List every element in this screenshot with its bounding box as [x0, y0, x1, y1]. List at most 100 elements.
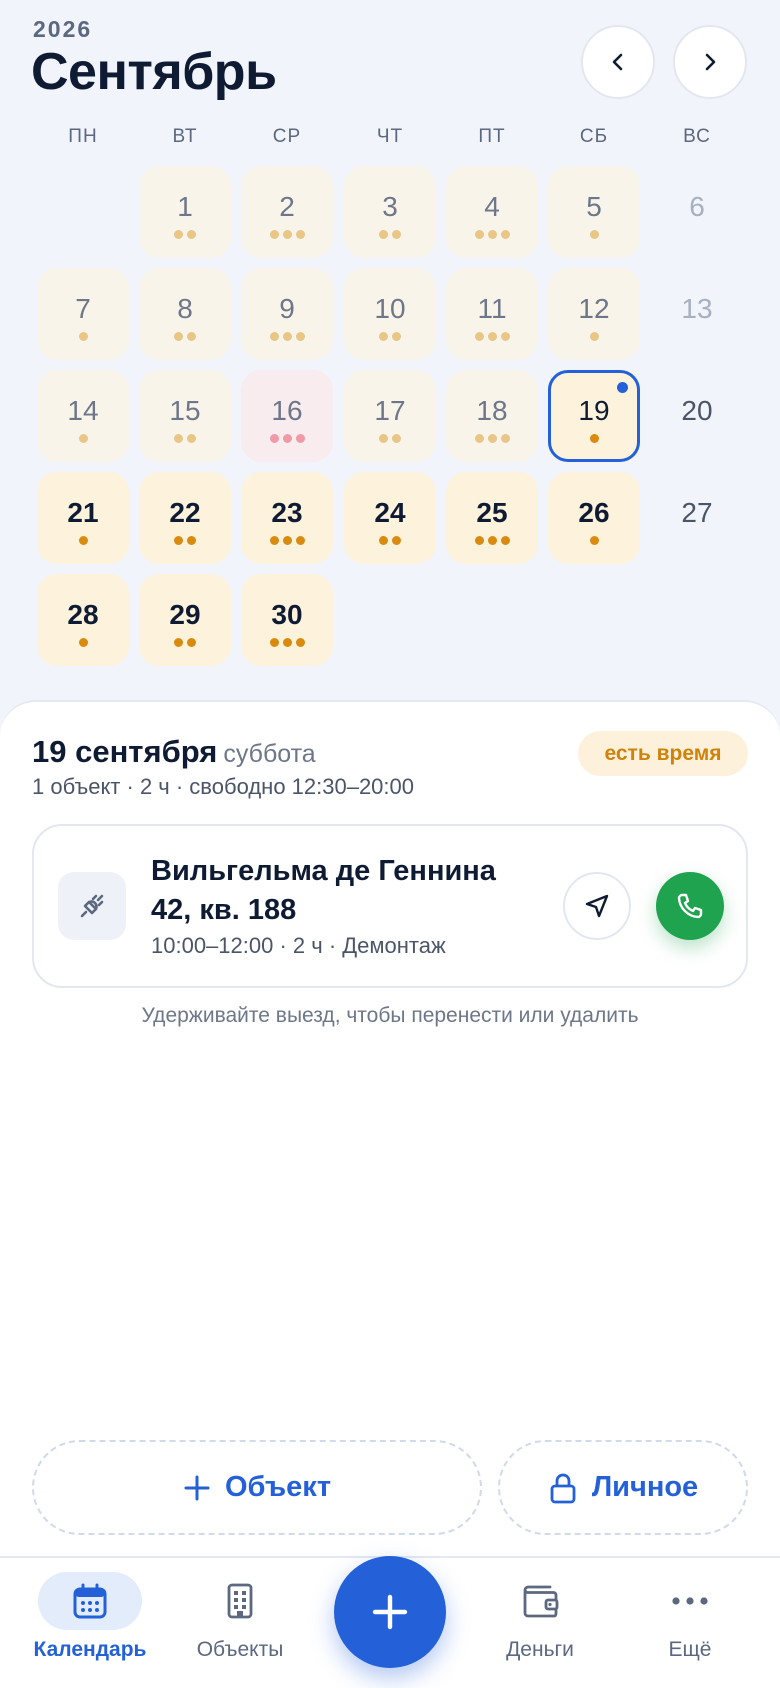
calendar-day[interactable]: 27 — [651, 472, 743, 564]
day-number: 10 — [374, 293, 406, 324]
day-number: 11 — [477, 293, 507, 324]
event-dots — [589, 536, 599, 546]
tab-objects-label: Объекты — [196, 1638, 284, 1661]
calendar-day[interactable]: 29 — [139, 574, 231, 666]
day-number: 29 — [169, 599, 201, 630]
tab-more-label: Ещё — [668, 1638, 712, 1661]
day-number: 5 — [586, 191, 602, 222]
calendar-day[interactable]: 28 — [37, 574, 129, 666]
event-dots — [379, 230, 401, 240]
tab-money[interactable]: Деньги — [465, 1558, 615, 1688]
event-dot — [500, 434, 510, 443]
day-number: 24 — [374, 497, 406, 528]
calendar-day[interactable]: 22 — [139, 472, 231, 564]
add-fab-button[interactable] — [334, 1556, 446, 1668]
event-dot — [78, 332, 88, 341]
event-dots — [78, 332, 88, 342]
calendar-day[interactable]: 17 — [344, 370, 436, 462]
day-number: 6 — [689, 191, 705, 222]
personal-button[interactable]: Личное — [498, 1440, 748, 1535]
event-dots — [269, 332, 305, 342]
event-dot — [269, 434, 279, 443]
call-button[interactable] — [656, 872, 724, 940]
today-marker — [617, 382, 628, 393]
calendar-day[interactable]: 30 — [241, 574, 333, 666]
day-number: 1 — [177, 191, 193, 222]
calendar-day[interactable]: 14 — [37, 370, 129, 462]
calendar-day[interactable]: 18 — [446, 370, 538, 462]
event-dot — [474, 536, 484, 545]
day-number: 21 — [67, 497, 99, 528]
calendar-day[interactable]: 6 — [651, 166, 743, 258]
calendar-day[interactable]: 12 — [548, 268, 640, 360]
more-dots-icon — [638, 1572, 742, 1630]
calendar-day[interactable]: 10 — [344, 268, 436, 360]
calendar-day[interactable]: 3 — [344, 166, 436, 258]
calendar-day[interactable]: 2 — [241, 166, 333, 258]
day-number: 19 — [578, 395, 610, 426]
calendar-day[interactable]: 24 — [344, 472, 436, 564]
day-number: 14 — [67, 395, 99, 426]
event-dot — [78, 638, 88, 647]
job-card[interactable]: Вильгельма де Геннина 42, кв. 188 10:00–… — [32, 824, 748, 988]
tab-more[interactable]: Ещё — [615, 1558, 765, 1688]
calendar-day[interactable]: 13 — [651, 268, 743, 360]
event-dot — [487, 230, 497, 239]
event-dots — [379, 536, 401, 546]
day-number: 28 — [67, 599, 99, 630]
day-title: 19 сентября суббота — [32, 734, 316, 770]
calendar-day[interactable]: 4 — [446, 166, 538, 258]
event-dot — [500, 536, 510, 545]
calendar-day-today[interactable]: 19 — [548, 370, 640, 462]
calendar-day[interactable]: 21 — [37, 472, 129, 564]
event-dot — [295, 332, 305, 341]
event-dot — [392, 434, 401, 443]
calendar-day[interactable]: 15 — [139, 370, 231, 462]
day-number: 23 — [271, 497, 303, 528]
event-dot — [589, 536, 599, 545]
day-number: 26 — [578, 497, 610, 528]
event-dots — [78, 638, 88, 648]
calendar-day[interactable]: 5 — [548, 166, 640, 258]
tab-money-label: Деньги — [506, 1638, 574, 1661]
day-number: 20 — [681, 395, 713, 426]
calendar-day[interactable]: 8 — [139, 268, 231, 360]
event-dot — [282, 434, 292, 443]
event-dot — [269, 536, 279, 545]
event-dots — [269, 230, 305, 240]
add-object-button[interactable]: Объект — [32, 1440, 482, 1535]
event-dot — [174, 638, 183, 647]
tab-calendar[interactable]: Календарь — [15, 1558, 165, 1688]
event-dots — [474, 536, 510, 546]
event-dot — [269, 230, 279, 239]
event-dot — [187, 638, 196, 647]
event-dot — [187, 230, 196, 239]
event-dot — [589, 230, 599, 239]
availability-badge: есть время — [578, 731, 748, 776]
event-dot — [500, 332, 510, 341]
event-dot — [269, 638, 279, 647]
tab-objects[interactable]: Объекты — [165, 1558, 315, 1688]
calendar-day[interactable]: 7 — [37, 268, 129, 360]
event-dots — [174, 536, 196, 546]
event-dot — [295, 536, 305, 545]
calendar-day[interactable]: 20 — [651, 370, 743, 462]
calendar-day[interactable]: 9 — [241, 268, 333, 360]
lock-icon — [550, 1473, 576, 1503]
phone-icon — [677, 893, 703, 919]
navigate-button[interactable] — [563, 872, 631, 940]
calendar-day[interactable]: 1 — [139, 166, 231, 258]
calendar-day[interactable]: 16 — [241, 370, 333, 462]
event-dot — [282, 638, 292, 647]
calendar-day[interactable]: 11 — [446, 268, 538, 360]
day-number: 18 — [476, 395, 508, 426]
event-dots — [379, 434, 401, 444]
event-dots — [174, 332, 196, 342]
calendar-day[interactable]: 23 — [241, 472, 333, 564]
event-dots — [474, 434, 510, 444]
event-dots — [589, 332, 599, 342]
calendar-day[interactable]: 26 — [548, 472, 640, 564]
calendar-day[interactable]: 25 — [446, 472, 538, 564]
event-dot — [174, 536, 183, 545]
event-dot — [187, 434, 196, 443]
